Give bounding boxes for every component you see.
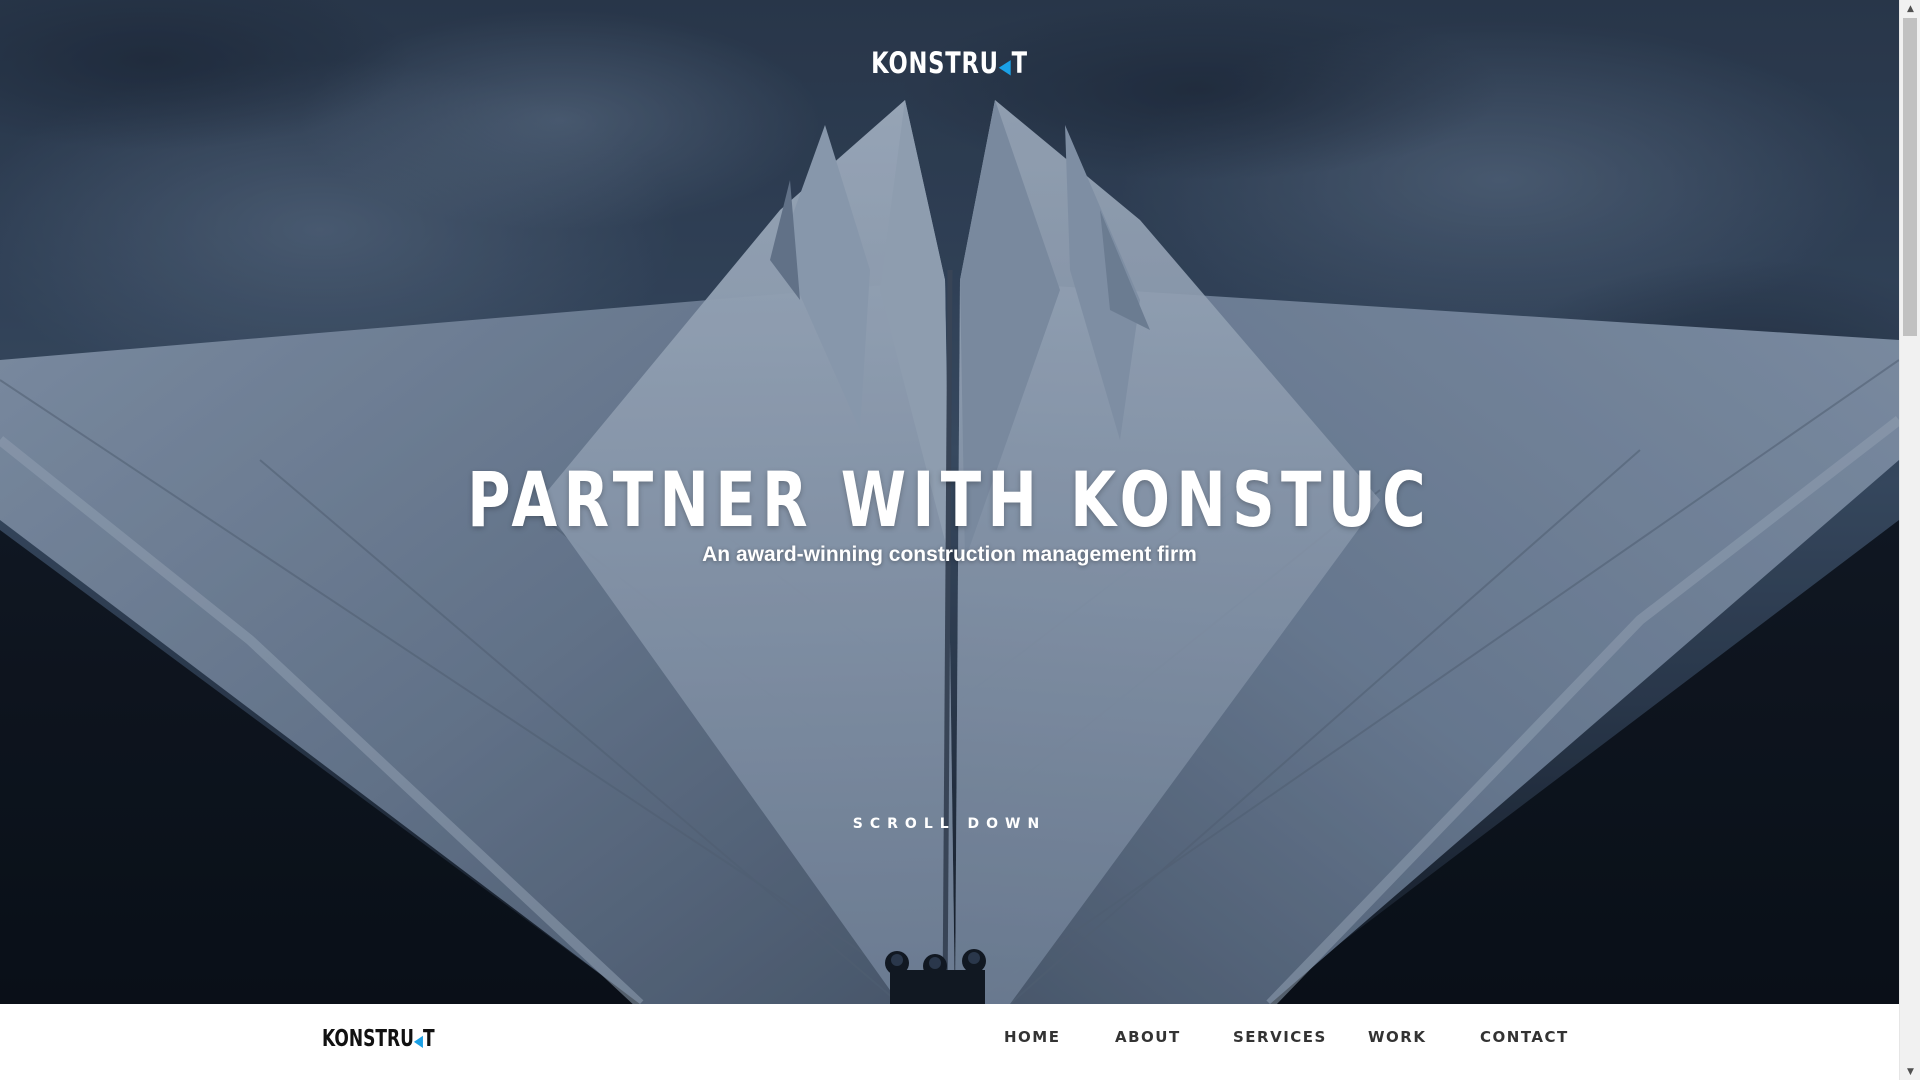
navbar-logo-accent-icon: ◀ — [413, 1031, 424, 1050]
nav-item-work[interactable]: WORK — [1368, 1028, 1426, 1046]
navbar-logo[interactable]: KONSTRU◀T — [322, 1026, 435, 1052]
navbar-logo-text-end: T — [423, 1026, 435, 1052]
nav-item-contact[interactable]: CONTACT — [1480, 1028, 1569, 1046]
hero-logo-accent-icon: ◀ — [998, 54, 1012, 78]
page-viewport: KONSTRU◀T PARTNER WITH KONSTUC An award-… — [0, 0, 1899, 1080]
navbar-logo-text: KONSTRU — [322, 1026, 414, 1052]
hero-logo[interactable]: KONSTRU◀T — [209, 46, 1690, 80]
hero-title: PARTNER WITH KONSTUC — [467, 455, 1432, 544]
hero-logo-text: KONSTRU — [871, 46, 999, 80]
hero-section: KONSTRU◀T PARTNER WITH KONSTUC An award-… — [0, 0, 1899, 1004]
hero-subtitle: An award-winning construction management… — [702, 543, 1197, 566]
hero-logo-text-end: T — [1011, 46, 1028, 80]
scroll-down-link[interactable]: SCROLL DOWN — [0, 816, 1899, 832]
nav-item-about[interactable]: ABOUT — [1115, 1028, 1181, 1046]
triangle-down-icon[interactable]: ▼ — [1900, 1063, 1920, 1080]
page-scrollbar[interactable]: ▲ ▼ — [1899, 0, 1920, 1080]
triangle-up-icon[interactable]: ▲ — [1900, 0, 1920, 17]
scrollbar-thumb[interactable] — [1903, 18, 1917, 336]
main-navbar: KONSTRU◀T HOME ABOUT SERVICES WORK CONTA… — [0, 1004, 1899, 1080]
nav-item-services[interactable]: SERVICES — [1233, 1028, 1327, 1046]
nav-item-home[interactable]: HOME — [1004, 1028, 1060, 1046]
